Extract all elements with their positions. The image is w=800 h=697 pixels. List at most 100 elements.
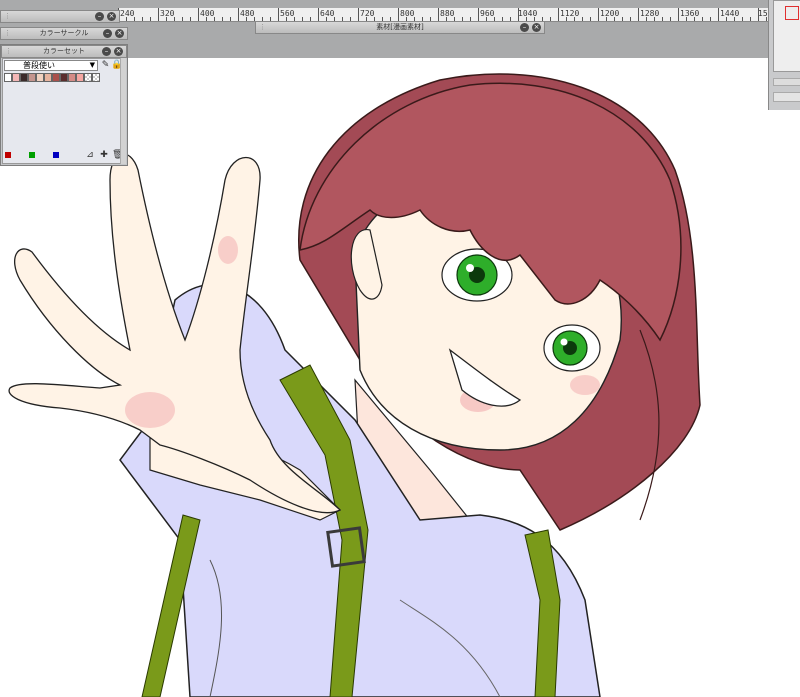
color-circle-titlebar[interactable]: ⋮ カラーサークル – × [0, 27, 128, 40]
navigator-slider[interactable] [773, 78, 800, 86]
ruler-label: 320 [160, 9, 175, 18]
ruler-label: 400 [200, 9, 215, 18]
eyedropper-add-icon[interactable]: ⊿ [85, 150, 95, 161]
ruler-tick [438, 8, 439, 21]
swatch-row [4, 73, 100, 82]
ruler-tick [126, 17, 127, 21]
ruler-tick [318, 8, 319, 21]
clip-studio-window: 240 320 400 480 560 640 720 800 880 960 … [0, 0, 800, 697]
navigator-toolbar[interactable] [773, 92, 800, 102]
close-icon[interactable]: × [532, 23, 541, 32]
transparent-swatch[interactable] [84, 73, 92, 82]
minimize-icon[interactable]: – [102, 47, 111, 56]
ruler-tick [142, 17, 143, 21]
ruler-tick [710, 17, 711, 21]
ruler-tick [590, 17, 591, 21]
navigator-view-frame [785, 6, 799, 20]
palm-blush [125, 392, 175, 428]
ruler-tick [702, 17, 703, 21]
ruler-tick [134, 17, 135, 21]
ruler-tick [758, 8, 759, 21]
minimize-icon[interactable]: – [103, 29, 112, 38]
ruler-label: 960 [480, 9, 495, 18]
ruler-label: 1440 [720, 9, 740, 18]
ruler-tick [726, 17, 727, 21]
green-color-indicator[interactable] [29, 152, 35, 158]
close-icon[interactable]: × [115, 29, 124, 38]
ruler-tick [358, 8, 359, 21]
color-swatch[interactable] [68, 73, 76, 82]
panel-titlebar-top[interactable]: ⋮ – × [0, 10, 120, 23]
minimize-icon[interactable]: – [95, 12, 104, 21]
color-swatch[interactable] [76, 73, 84, 82]
color-swatch[interactable] [4, 73, 12, 82]
blue-color-indicator[interactable] [53, 152, 59, 158]
ruler-tick [278, 8, 279, 21]
ruler-label: 720 [360, 9, 375, 18]
color-swatch[interactable] [20, 73, 28, 82]
ruler-label: 1120 [560, 9, 580, 18]
color-swatch[interactable] [52, 73, 60, 82]
ruler-tick [238, 8, 239, 21]
ruler-tick [166, 17, 167, 21]
color-swatch[interactable] [60, 73, 68, 82]
ruler-tick [174, 17, 175, 21]
transparent-swatch[interactable] [92, 73, 100, 82]
ruler-tick [182, 17, 183, 21]
ruler-tick [582, 17, 583, 21]
ruler-label: 1280 [640, 9, 660, 18]
ruler-tick [222, 17, 223, 21]
ruler-tick [566, 17, 567, 21]
ruler-tick [678, 8, 679, 21]
right-eye [543, 324, 601, 372]
material-titlebar[interactable]: ⋮ 素材[漫画素材] – × [255, 21, 545, 34]
ruler-tick [558, 8, 559, 21]
ruler-tick [150, 17, 151, 21]
color-set-scrollbar[interactable] [120, 58, 126, 164]
ruler-tick [158, 8, 159, 21]
horizontal-ruler[interactable]: 240 320 400 480 560 640 720 800 880 960 … [118, 8, 768, 22]
material-title: 素材[漫画素材] [376, 23, 424, 31]
red-color-indicator[interactable] [5, 152, 11, 158]
ruler-tick [742, 17, 743, 21]
close-icon[interactable]: × [114, 47, 123, 56]
ruler-tick [614, 17, 615, 21]
ruler-tick [550, 17, 551, 21]
chevron-down-icon: ▼ [89, 61, 95, 69]
ruler-label: 800 [400, 9, 415, 18]
ruler-label: 1360 [680, 9, 700, 18]
ruler-tick [686, 17, 687, 21]
ruler-label: 640 [320, 9, 335, 18]
color-swatch[interactable] [36, 73, 44, 82]
color-set-panel: ⋮ カラーセット – × 普段使い ▼ ✎ 🔒 ⊿ ✚ 🗑 [0, 44, 128, 166]
ruler-label: 880 [440, 9, 455, 18]
color-swatch[interactable] [12, 73, 20, 82]
ruler-tick [598, 8, 599, 21]
color-swatch[interactable] [44, 73, 52, 82]
ruler-tick [622, 17, 623, 21]
ruler-tick [478, 8, 479, 21]
ruler-tick [246, 17, 247, 21]
ruler-tick [694, 17, 695, 21]
ruler-label: 1200 [600, 9, 620, 18]
cheek-blush-right [570, 375, 600, 395]
swatch-settings-icon[interactable]: ✎ [100, 59, 111, 71]
right-dock [768, 0, 800, 110]
pen-add-icon[interactable]: ✚ [99, 150, 109, 161]
ruler-tick [654, 17, 655, 21]
color-set-dropdown-value: 普段使い [23, 61, 55, 70]
ruler-label: 240 [120, 9, 135, 18]
close-icon[interactable]: × [107, 12, 116, 21]
ruler-tick [606, 17, 607, 21]
finger-blush [218, 236, 238, 264]
ruler-tick [198, 8, 199, 21]
ruler-tick [646, 17, 647, 21]
color-swatch[interactable] [28, 73, 36, 82]
ruler-tick [206, 17, 207, 21]
color-set-dropdown[interactable]: 普段使い ▼ [4, 60, 98, 71]
color-set-titlebar[interactable]: ⋮ カラーセット – × [1, 45, 127, 58]
minimize-icon[interactable]: – [520, 23, 529, 32]
ruler-tick [230, 17, 231, 21]
ruler-tick [574, 17, 575, 21]
ruler-tick [662, 17, 663, 21]
